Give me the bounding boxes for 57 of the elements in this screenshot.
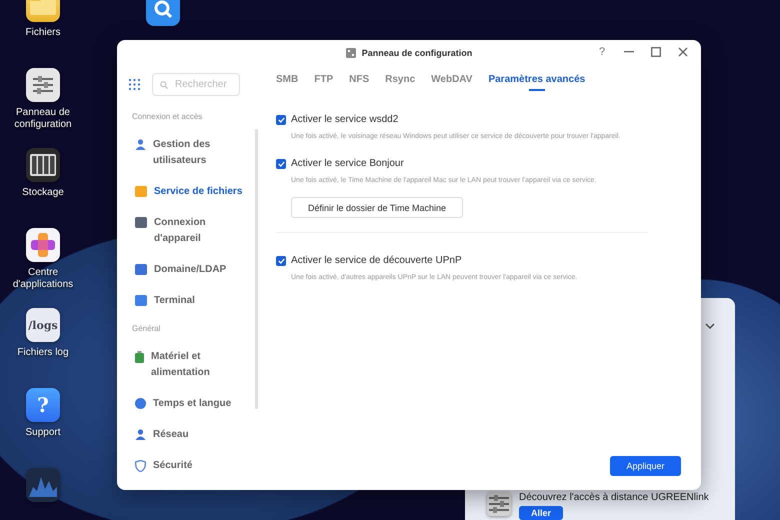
checkbox[interactable] bbox=[276, 158, 286, 168]
sidebar-item[interactable]: Domaine/LDAP bbox=[117, 254, 260, 285]
option-label: Activer le service Bonjour bbox=[291, 158, 404, 169]
search-app-icon[interactable] bbox=[146, 0, 180, 26]
checkbox[interactable] bbox=[276, 256, 286, 266]
search-icon bbox=[153, 0, 173, 19]
sidebar-item[interactable]: Matériel et alimentation bbox=[117, 341, 260, 388]
sidebar-item[interactable]: Gestion des utilisateurs bbox=[117, 129, 260, 176]
battery-icon bbox=[135, 350, 144, 362]
sidebar-item[interactable]: Temps et langue bbox=[117, 388, 260, 419]
apply-button[interactable]: Appliquer bbox=[610, 456, 681, 476]
section-title: Général bbox=[131, 323, 162, 335]
sidebar-item[interactable]: Terminal bbox=[117, 285, 260, 316]
tab[interactable]: Paramètres avancés bbox=[488, 74, 586, 91]
user-icon bbox=[135, 428, 146, 440]
app-label: Stockage bbox=[21, 187, 65, 199]
search-field[interactable]: Rechercher bbox=[152, 72, 240, 96]
tab[interactable]: SMB bbox=[276, 74, 298, 91]
sidebar-item[interactable]: Réseau bbox=[117, 419, 260, 450]
tab[interactable]: FTP bbox=[314, 74, 334, 91]
window-title: Panneau de configuration bbox=[362, 48, 472, 58]
help-app-icon[interactable]: ? bbox=[26, 388, 60, 422]
app-label: Fichiers bbox=[24, 27, 62, 39]
user-icon bbox=[135, 138, 146, 150]
option-label: Activer le service de découverte UPnP bbox=[291, 255, 462, 266]
sliders-icon bbox=[32, 75, 54, 95]
promo-text: Découvrez l'accès à distance UGREENlink bbox=[519, 492, 709, 503]
app-label: Panneau de configuration bbox=[13, 107, 73, 131]
option-label: Activer le service wsdd2 bbox=[291, 114, 398, 125]
go-button[interactable]: Aller bbox=[519, 506, 564, 520]
minimize-icon bbox=[624, 51, 634, 53]
drive-bays-icon bbox=[30, 154, 56, 176]
monitor-app-icon[interactable] bbox=[26, 468, 60, 502]
logs-app-icon[interactable]: /logs bbox=[26, 308, 60, 342]
help-button[interactable]: ? bbox=[596, 46, 608, 58]
puzzle-icon bbox=[31, 233, 55, 257]
storage-app-icon[interactable] bbox=[26, 148, 60, 182]
app-label: Fichiers log bbox=[16, 347, 70, 359]
section-title: Connexion et accès bbox=[131, 112, 204, 123]
maximize-button[interactable] bbox=[650, 46, 662, 58]
maximize-icon bbox=[651, 47, 661, 57]
chevron-down-icon[interactable] bbox=[705, 323, 715, 329]
tab[interactable]: Rsync bbox=[385, 74, 416, 91]
tab[interactable]: WebDAV bbox=[431, 74, 472, 91]
sidebar-item[interactable]: Sécurité bbox=[117, 450, 260, 481]
checkbox[interactable] bbox=[276, 114, 286, 124]
time-machine-folder-button[interactable]: Définir le dossier de Time Machine bbox=[291, 197, 463, 218]
grid-menu-icon[interactable] bbox=[129, 78, 140, 90]
apps-app-icon[interactable] bbox=[26, 228, 60, 262]
shield-icon bbox=[135, 460, 146, 472]
sidebar-item[interactable]: Connexion d'appareil bbox=[117, 207, 260, 254]
close-button[interactable] bbox=[677, 46, 689, 58]
close-icon bbox=[678, 47, 688, 57]
app-label: Centre d'applications bbox=[12, 267, 74, 291]
app-label: Support bbox=[24, 427, 62, 439]
sliders-app-icon[interactable] bbox=[26, 68, 60, 102]
tab[interactable]: NFS bbox=[349, 74, 370, 91]
